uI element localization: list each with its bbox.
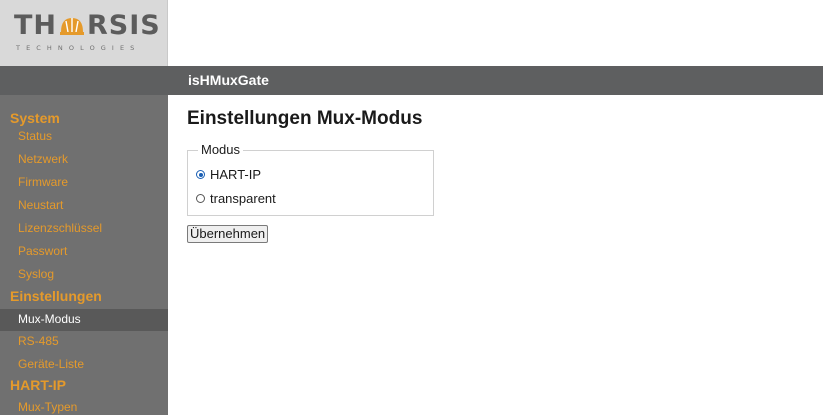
logo-text-right: RSIS [87,10,161,41]
sidebar-item-neustart[interactable]: Neustart [0,195,168,217]
header-bar: isHMuxGate [168,66,823,95]
radio-option-hart-ip[interactable]: HART-IP [196,167,261,182]
logo-subtitle: TECHNOLOGIES [16,44,141,52]
sidebar-header-bar [0,66,168,95]
logo-wordmark: TH RSIS [14,12,161,39]
sidebar-item-passwort[interactable]: Passwort [0,241,168,263]
radio-button-hart-ip[interactable] [196,170,205,179]
app-title: isHMuxGate [188,72,269,88]
helmet-icon [60,18,85,35]
sidebar-item-lizenzschluessel[interactable]: Lizenzschlüssel [0,218,168,240]
sidebar-item-firmware[interactable]: Firmware [0,172,168,194]
sidebar-section-einstellungen: Einstellungen [10,288,102,304]
radio-option-transparent[interactable]: transparent [196,191,276,206]
sidebar-item-status[interactable]: Status [0,126,168,148]
sidebar-item-geraete-liste[interactable]: Geräte-Liste [0,354,168,376]
mode-legend: Modus [198,142,244,157]
sidebar-item-mux-modus[interactable]: Mux-Modus [0,309,168,331]
mode-fieldset [187,150,434,216]
sidebar-item-label: Firmware [18,175,68,189]
radio-label-hart-ip[interactable]: HART-IP [210,167,261,182]
sidebar-item-syslog[interactable]: Syslog [0,264,168,286]
radio-label-transparent[interactable]: transparent [210,191,276,206]
sidebar-item-label: Syslog [18,267,55,281]
page-title: Einstellungen Mux-Modus [187,108,423,129]
sidebar-item-label: Mux-Modus [18,312,81,326]
sidebar-item-netzwerk[interactable]: Netzwerk [0,149,168,171]
sidebar-item-mux-typen[interactable]: Mux-Typen [0,397,168,419]
radio-button-transparent[interactable] [196,194,205,203]
sidebar-item-label: RS-485 [18,334,59,348]
sidebar-section-hart-ip: HART-IP [10,377,66,393]
sidebar-item-label: Mux-Typen [18,400,78,414]
sidebar-item-label: Passwort [18,244,68,258]
sidebar-section-system: System [10,110,60,126]
sidebar-item-label: Status [18,129,53,143]
sidebar-item-label: Geräte-Liste [18,357,85,371]
sidebar-item-label: Neustart [18,198,64,212]
apply-button[interactable]: Übernehmen [187,225,269,243]
logo-text-left: TH [14,10,58,41]
sidebar-item-label: Netzwerk [18,152,69,166]
sidebar-item-rs-485[interactable]: RS-485 [0,331,168,353]
sidebar-item-label: Lizenzschlüssel [18,221,103,235]
logo: TH RSIS TECHNOLOGIES [0,0,168,66]
